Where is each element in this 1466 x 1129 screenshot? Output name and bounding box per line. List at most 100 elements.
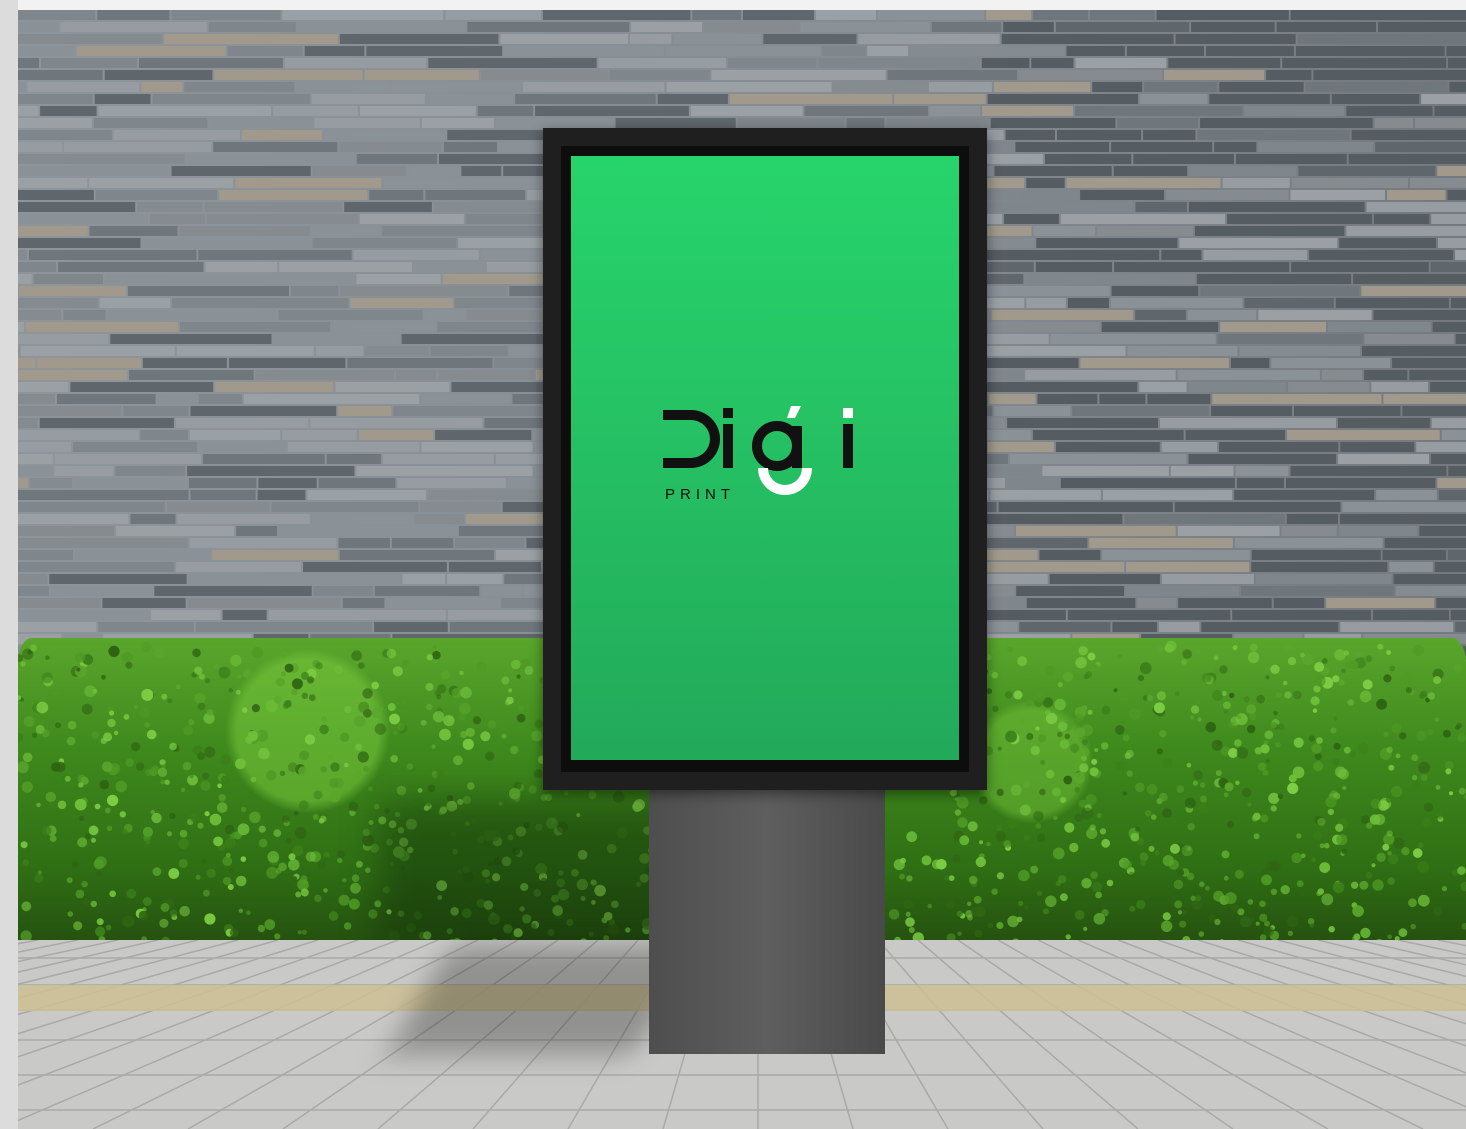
wall-stone (98, 106, 272, 116)
wall-stone (1026, 178, 1065, 188)
wall-stone (1072, 406, 1210, 416)
hedge-leaf (371, 681, 380, 690)
wall-stone (1431, 418, 1466, 428)
hedge-leaf (1130, 832, 1140, 842)
hedge-leaf (1010, 784, 1022, 796)
hedge-leaf (175, 684, 181, 690)
hedge-leaf (1259, 900, 1266, 908)
hedge-leaf (1024, 834, 1030, 841)
wall-stone (1431, 454, 1466, 464)
wall-stone (340, 286, 508, 296)
wall-stone (1201, 622, 1339, 632)
hedge-leaf (1198, 931, 1205, 937)
hedge-leaf (75, 889, 85, 899)
hedge-leaf (297, 878, 309, 891)
wall-stone (818, 58, 980, 68)
hedge-leaf (84, 685, 97, 698)
wall-stone (164, 34, 338, 44)
wall-stone (981, 58, 1030, 68)
hedge-leaf (1176, 868, 1185, 877)
hedge-leaf (300, 888, 309, 897)
wall-stone (113, 130, 241, 140)
wall-stone (1393, 574, 1466, 584)
wall-stone (1286, 478, 1436, 488)
hedge-leaf (1199, 881, 1205, 888)
hedge-leaf (115, 780, 127, 793)
hedge-leaf (203, 889, 210, 897)
hedge-leaf (102, 761, 113, 772)
hedge-leaf (299, 750, 310, 761)
hedge-leaf (1359, 880, 1369, 890)
hedge-leaf (1434, 717, 1440, 723)
wall-stone (18, 586, 49, 596)
wall-stone (1346, 106, 1433, 116)
hedge-leaf (1386, 746, 1393, 753)
wall-stone (1174, 502, 1341, 512)
wall-stone (887, 70, 1017, 80)
hedge-leaf (276, 677, 285, 687)
hedge-leaf (1192, 780, 1198, 786)
hedge-leaf (1398, 928, 1408, 937)
wall-stone (18, 310, 62, 320)
wall-stone (1194, 226, 1345, 236)
hedge-leaf (432, 650, 441, 660)
hedge-leaf (1400, 672, 1412, 685)
hedge-leaf (967, 901, 972, 906)
wall-stone (1239, 346, 1360, 356)
wall-stone (822, 46, 866, 56)
hedge-leaf (1247, 899, 1254, 905)
hedge-leaf (182, 761, 192, 771)
wall-stone (1135, 310, 1186, 320)
wall-stone (1255, 574, 1392, 584)
wall-stone (350, 298, 453, 308)
hedge-leaf (1003, 840, 1011, 848)
wall-stone (994, 166, 1112, 176)
wall-stone (18, 382, 69, 392)
hedge-leaf (338, 894, 350, 906)
wall-stone (1455, 334, 1466, 344)
hedge-leaf (1333, 742, 1341, 750)
hedge-leaf (96, 918, 104, 926)
logo-letter-i1-dot (723, 408, 733, 418)
wall-stone (356, 274, 441, 284)
wall-stone (815, 10, 876, 20)
wall-stone (229, 358, 346, 368)
wall-stone (130, 514, 176, 524)
hedge-leaf (351, 650, 363, 661)
hedge-leaf (216, 802, 228, 813)
wall-stone (116, 526, 235, 536)
wall-stone (315, 346, 364, 356)
hedge-leaf (1411, 754, 1419, 762)
wall-stone (140, 430, 188, 440)
hedge-leaf (41, 729, 50, 738)
hedge-leaf (18, 732, 24, 743)
hedge-leaf (1200, 795, 1207, 803)
wall-stone (374, 622, 448, 632)
hedge-leaf (1277, 793, 1283, 799)
wall-stone (291, 286, 339, 296)
wall-stone (504, 46, 664, 56)
wall-stone (1258, 310, 1372, 320)
wall-stone (98, 622, 194, 632)
wall-stone (495, 118, 614, 128)
wall-stone (1271, 358, 1391, 368)
hedge-leaf (997, 746, 1002, 751)
wall-stone (58, 262, 204, 272)
hedge-leaf (1393, 837, 1405, 849)
hedge-leaf (293, 810, 299, 816)
hedge-leaf (91, 731, 100, 739)
hedge-leaf (1231, 904, 1240, 912)
hedge-leaf (1327, 808, 1335, 816)
hedge-leaf (312, 813, 319, 820)
hedge-leaf (1287, 930, 1293, 936)
wall-stone (1236, 154, 1347, 164)
hedge-leaf (1091, 881, 1103, 893)
wall-stone (57, 394, 156, 404)
wall-stone (1288, 382, 1370, 392)
wall-stone (273, 106, 358, 116)
wall-stone (18, 574, 48, 584)
hedge-leaf (1033, 690, 1046, 703)
hedge-leaf (291, 688, 298, 696)
hedge-leaf (74, 798, 87, 811)
hedge-leaf (1043, 908, 1049, 915)
